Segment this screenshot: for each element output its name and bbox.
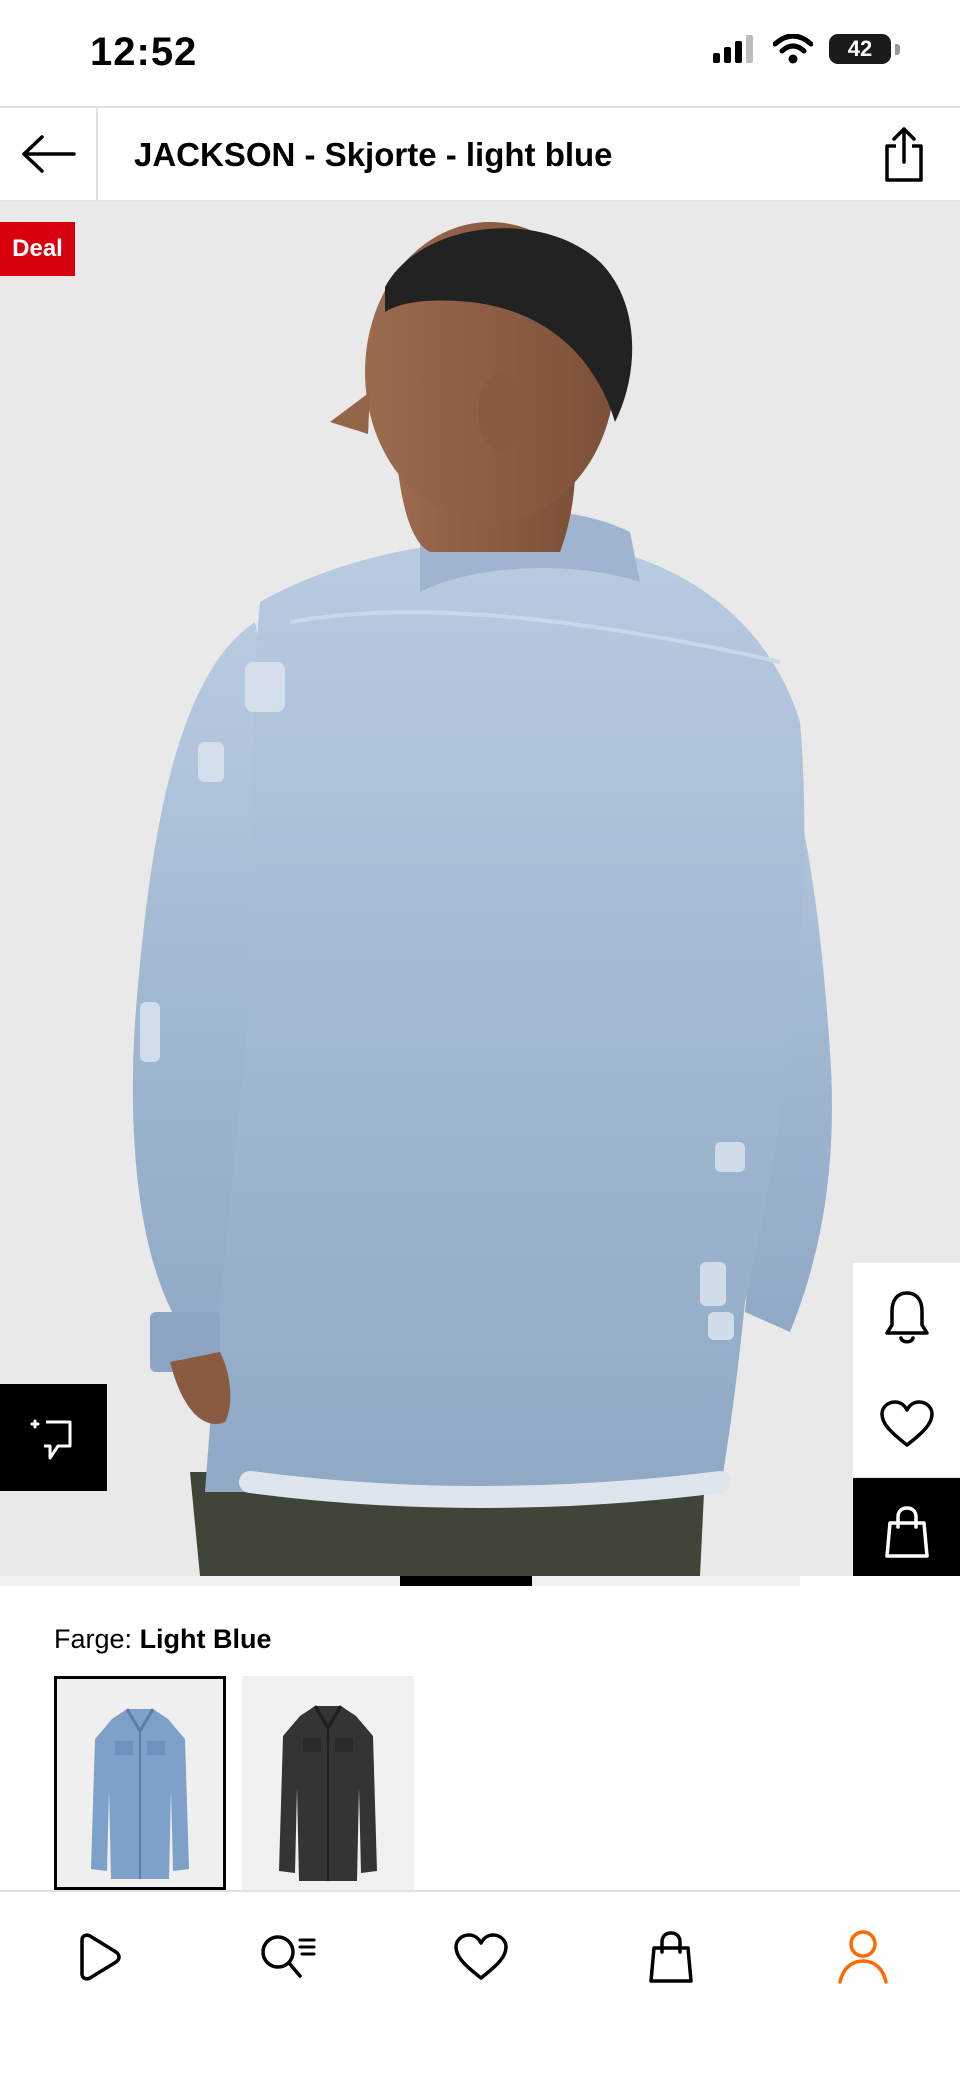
shopping-bag-icon bbox=[649, 1931, 693, 1983]
battery-icon: 42 bbox=[829, 34, 891, 64]
product-header: JACKSON - Skjorte - light blue bbox=[0, 106, 960, 202]
nav-discover[interactable] bbox=[62, 1922, 132, 1992]
play-icon bbox=[80, 1933, 121, 1981]
carousel-current bbox=[400, 1576, 532, 1586]
profile-icon bbox=[838, 1930, 888, 1984]
back-button[interactable] bbox=[0, 108, 98, 200]
color-label-prefix: Farge: bbox=[54, 1624, 133, 1654]
heart-icon bbox=[879, 1399, 934, 1447]
status-icons: 42 bbox=[713, 34, 900, 64]
black-shirt-thumbnail bbox=[242, 1676, 414, 1890]
share-button[interactable] bbox=[874, 124, 934, 184]
light-blue-shirt-thumbnail bbox=[57, 1679, 223, 1887]
add-to-bag-button[interactable] bbox=[853, 1478, 960, 1585]
color-swatch-black[interactable] bbox=[242, 1676, 414, 1890]
cellular-signal-icon bbox=[713, 35, 753, 63]
ar-view-button[interactable] bbox=[0, 1384, 107, 1491]
deal-badge: Deal bbox=[0, 222, 75, 276]
notify-button[interactable] bbox=[853, 1263, 960, 1370]
battery-level: 42 bbox=[847, 36, 873, 61]
bell-icon bbox=[884, 1290, 929, 1343]
product-image[interactable] bbox=[0, 202, 960, 1576]
wishlist-button[interactable] bbox=[853, 1370, 960, 1477]
color-swatch-light-blue[interactable] bbox=[54, 1676, 226, 1890]
image-carousel-indicator bbox=[0, 1576, 960, 1586]
nav-bag[interactable] bbox=[636, 1922, 706, 1992]
arrow-left-icon bbox=[22, 135, 76, 173]
status-time: 12:52 bbox=[90, 30, 198, 74]
selected-color-name: Light Blue bbox=[139, 1624, 272, 1654]
status-bar: 12:52 42 bbox=[0, 0, 960, 106]
color-label: Farge: Light Blue bbox=[54, 1624, 272, 1655]
nav-search[interactable] bbox=[253, 1922, 323, 1992]
search-list-icon bbox=[261, 1935, 316, 1978]
nav-profile[interactable] bbox=[828, 1922, 898, 1992]
heart-icon bbox=[454, 1933, 508, 1980]
nav-wishlist[interactable] bbox=[446, 1922, 516, 1992]
wifi-icon bbox=[773, 34, 813, 64]
page-title: JACKSON - Skjorte - light blue bbox=[134, 136, 613, 173]
product-photo bbox=[0, 202, 960, 1576]
shopping-bag-icon bbox=[884, 1505, 929, 1558]
bottom-navigation bbox=[0, 1890, 960, 2077]
share-icon bbox=[885, 127, 923, 182]
augmented-reality-icon bbox=[30, 1419, 71, 1459]
battery-tip bbox=[895, 43, 900, 55]
